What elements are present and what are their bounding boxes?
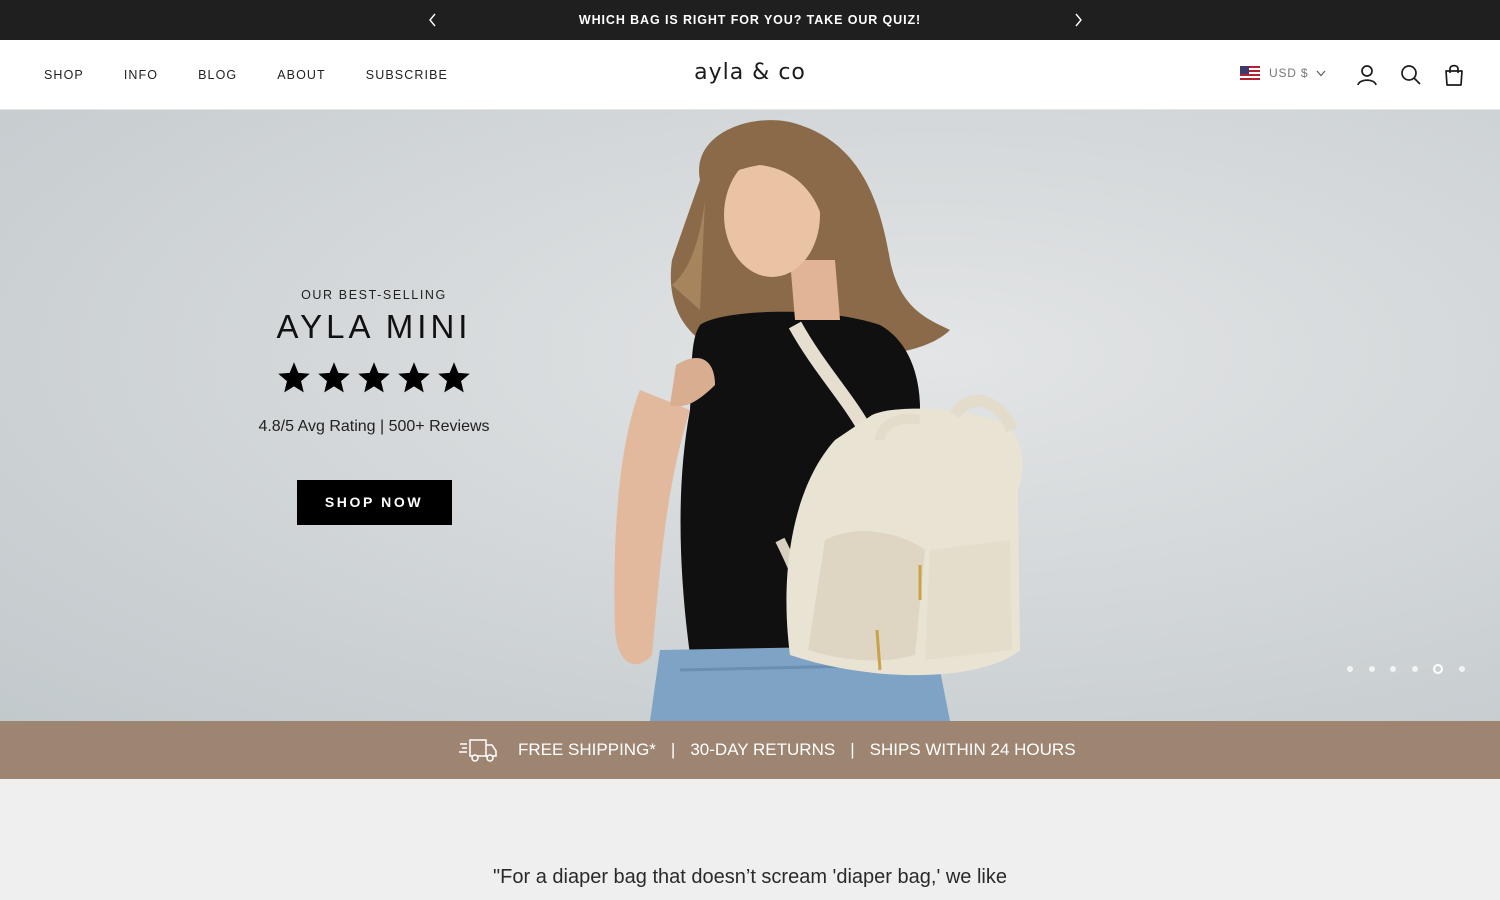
star-icon: [358, 362, 390, 393]
us-flag-icon: [1240, 66, 1260, 80]
slide-dot-3[interactable]: [1390, 666, 1396, 672]
hero-copy: OUR BEST-SELLING AYLA MINI 4.8/5 Avg Rat…: [200, 288, 548, 525]
currency-label: USD $: [1269, 66, 1309, 80]
chevron-down-icon: [1316, 70, 1326, 76]
slide-dot-6[interactable]: [1458, 666, 1465, 672]
star-icon: [318, 362, 350, 393]
currency-selector[interactable]: USD $: [1240, 66, 1326, 80]
shop-now-button[interactable]: SHOP NOW: [296, 480, 452, 525]
cart-bag-icon[interactable]: [1441, 62, 1467, 88]
slideshow-dots: [1347, 664, 1480, 674]
rating-text: 4.8/5 Avg Rating | 500+ Reviews: [258, 418, 490, 435]
announcement-bar: WHICH BAG IS RIGHT FOR YOU? TAKE OUR QUI…: [0, 0, 1500, 40]
chevron-right-icon: [1075, 13, 1082, 27]
hero-banner: OUR BEST-SELLING AYLA MINI 4.8/5 Avg Rat…: [0, 110, 1500, 721]
slide-dot-4[interactable]: [1411, 666, 1418, 672]
site-header: SHOP INFO BLOG ABOUT SUBSCRIBE ayla & co…: [0, 40, 1500, 110]
hero-title: AYLA MINI: [276, 308, 472, 345]
star-icon: [438, 362, 470, 393]
perk-returns: 30-DAY RETURNS: [690, 740, 836, 759]
perk-separator: |: [670, 740, 676, 759]
account-icon[interactable]: [1354, 62, 1380, 88]
announcement-next-button[interactable]: [1068, 10, 1088, 30]
perks-list: FREE SHIPPING* | 30-DAY RETURNS | SHIPS …: [518, 740, 1076, 760]
press-quote: "For a diaper bag that doesn’t scream 'd…: [493, 866, 1007, 888]
hero-eyebrow: OUR BEST-SELLING: [301, 288, 447, 302]
perk-separator: |: [850, 740, 855, 759]
perk-free-shipping: FREE SHIPPING*: [518, 740, 656, 759]
perk-ships-fast: SHIPS WITHIN 24 HOURS: [869, 740, 1076, 759]
slide-dot-5[interactable]: [1433, 664, 1443, 674]
perks-bar: FREE SHIPPING* | 30-DAY RETURNS | SHIPS …: [0, 721, 1500, 779]
search-icon[interactable]: [1398, 62, 1424, 88]
delivery-truck-icon: [459, 739, 497, 762]
slide-dot-2[interactable]: [1368, 666, 1375, 672]
rating-stars: [200, 360, 548, 396]
announcement-link[interactable]: WHICH BAG IS RIGHT FOR YOU? TAKE OUR QUI…: [0, 13, 1500, 27]
star-icon: [398, 362, 430, 393]
star-icon: [278, 362, 310, 393]
slide-dot-1[interactable]: [1347, 666, 1353, 672]
